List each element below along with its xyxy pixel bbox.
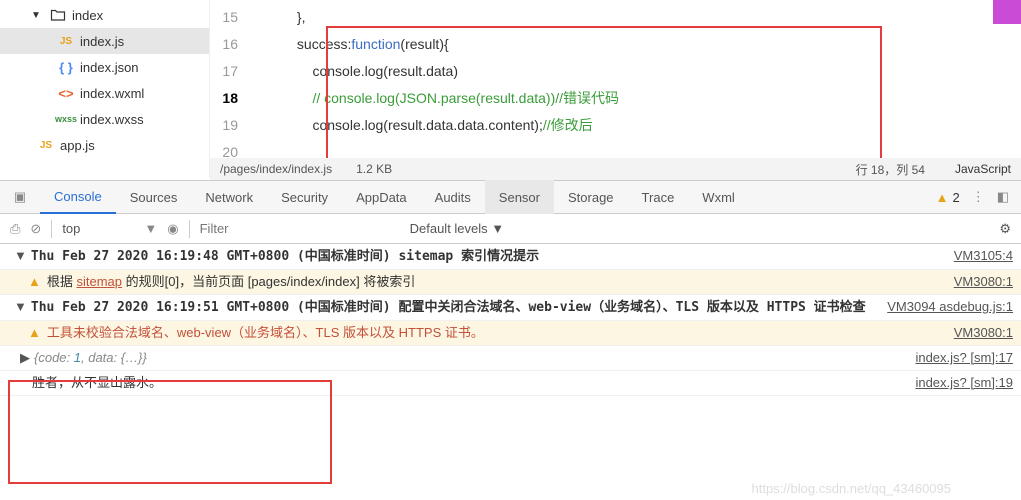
console-text: 的规则[0]，当前页面 [pages/index/index] 将被索引 — [122, 274, 415, 289]
caret-right-icon: ▶ — [20, 350, 30, 365]
code-comment: // console.log(JSON.parse(result.data)) — [312, 90, 555, 106]
file-tree: ▼ index JS index.js { } index.json <> in… — [0, 0, 210, 178]
tab-storage[interactable]: Storage — [554, 180, 628, 214]
code-comment: //修改后 — [543, 117, 593, 133]
warning-badge[interactable]: ▲2 — [936, 190, 960, 205]
console-row[interactable]: 胜者，从不显山露水。 index.js? [sm]:19 — [0, 371, 1021, 396]
json-icon: { } — [58, 59, 74, 75]
status-bar: /pages/index/index.js 1.2 KB 行 18，列 54 J… — [210, 158, 1021, 180]
wxss-icon: wxss — [58, 111, 74, 127]
eye-icon[interactable]: ◉ — [167, 221, 178, 237]
line-number: 17 — [210, 58, 238, 85]
line-number: 15 — [210, 4, 238, 31]
caret-down-icon: ▼ — [14, 299, 27, 314]
console-source[interactable]: index.js? [sm]:17 — [915, 349, 1013, 367]
caret-down-icon: ▼ — [14, 248, 27, 263]
inspect-icon[interactable]: ▣ — [14, 189, 26, 205]
tree-label: index.wxml — [80, 86, 144, 101]
console-source[interactable]: VM3080:1 — [954, 273, 1013, 291]
code-text: }, — [297, 9, 306, 25]
console-toolbar: ⎙ ⊘ top ▼ ◉ Default levels ▼ ⚙ — [0, 214, 1021, 244]
line-number: 19 — [210, 112, 238, 139]
tree-folder-index[interactable]: ▼ index — [0, 2, 209, 28]
gear-icon[interactable]: ⚙ — [999, 221, 1011, 237]
code-keyword: function — [351, 36, 400, 52]
console-row-warn[interactable]: ▲ 工具未校验合法域名、web-view（业务域名）、TLS 版本以及 HTTPS… — [0, 321, 1021, 346]
status-cursor-pos: 行 18，列 54 — [856, 161, 925, 178]
toggle-sidebar-icon[interactable]: ⎙ — [10, 221, 20, 237]
js-icon: JS — [38, 137, 54, 153]
warning-icon: ▲ — [28, 274, 41, 289]
folder-icon — [50, 7, 66, 23]
line-number: 18 — [210, 85, 238, 112]
devtools-tabs: ▣ Console Sources Network Security AppDa… — [0, 180, 1021, 214]
console-text: 根据 — [47, 274, 77, 289]
console-row-warn[interactable]: ▲ 根据 sitemap 的规则[0]，当前页面 [pages/index/ind… — [0, 270, 1021, 295]
tree-file-app-js[interactable]: JS app.js — [0, 132, 209, 158]
editor-region: ▼ index JS index.js { } index.json <> in… — [0, 0, 1021, 178]
tab-sources[interactable]: Sources — [116, 180, 192, 214]
status-lang: JavaScript — [955, 162, 1011, 176]
status-path: /pages/index/index.js — [220, 162, 332, 176]
clear-console-icon[interactable]: ⊘ — [30, 221, 41, 237]
tab-security[interactable]: Security — [267, 180, 342, 214]
context-label: top — [62, 221, 80, 236]
console-row[interactable]: ▼ Thu Feb 27 2020 16:19:51 GMT+0800 (中国标准… — [0, 295, 1021, 321]
tree-file-index-js[interactable]: JS index.js — [0, 28, 209, 54]
status-size: 1.2 KB — [356, 162, 392, 176]
line-gutter: 15 16 17 18 19 20 — [210, 0, 250, 178]
caret-down-icon: ▼ — [28, 7, 44, 23]
tree-file-index-wxml[interactable]: <> index.wxml — [0, 80, 209, 106]
console-text: 胜者，从不显山露水。 — [32, 375, 162, 390]
tree-file-index-wxss[interactable]: wxss index.wxss — [0, 106, 209, 132]
chevron-down-icon: ▼ — [144, 221, 157, 236]
tab-wxml[interactable]: Wxml — [688, 180, 749, 214]
tab-console[interactable]: Console — [40, 180, 116, 214]
console-source[interactable]: VM3105:4 — [954, 247, 1013, 266]
levels-selector[interactable]: Default levels ▼ — [410, 221, 505, 236]
console-row[interactable]: ▼ Thu Feb 27 2020 16:19:48 GMT+0800 (中国标准… — [0, 244, 1021, 270]
console-row[interactable]: ▶ {code: 1, data: {…}} index.js? [sm]:17 — [0, 346, 1021, 371]
code-text: success: — [297, 36, 351, 52]
console-output: ▼ Thu Feb 27 2020 16:19:48 GMT+0800 (中国标准… — [0, 244, 1021, 500]
tree-file-index-json[interactable]: { } index.json — [0, 54, 209, 80]
console-text: Thu Feb 27 2020 16:19:51 GMT+0800 (中国标准时… — [31, 300, 866, 315]
console-source[interactable]: VM3080:1 — [954, 324, 1013, 342]
js-icon: JS — [58, 33, 74, 49]
tab-trace[interactable]: Trace — [628, 180, 689, 214]
console-source[interactable]: index.js? [sm]:19 — [915, 374, 1013, 392]
tree-label: index.json — [80, 60, 139, 75]
console-text: 工具未校验合法域名、web-view（业务域名）、TLS 版本以及 HTTPS … — [47, 325, 484, 340]
warning-count: 2 — [952, 190, 959, 205]
watermark: https://blog.csdn.net/qq_43460095 — [752, 481, 952, 496]
dock-icon[interactable]: ◧ — [997, 189, 1009, 205]
code-editor[interactable]: }, success:function(result){ console.log… — [250, 0, 1021, 178]
tree-label: index.js — [80, 34, 124, 49]
warning-icon: ▲ — [936, 190, 949, 205]
tab-network[interactable]: Network — [191, 180, 267, 214]
warning-icon: ▲ — [28, 325, 41, 340]
console-link[interactable]: sitemap — [77, 274, 123, 289]
tab-sensor[interactable]: Sensor — [485, 180, 554, 214]
more-icon[interactable]: ⋮ — [972, 189, 985, 205]
console-text: Thu Feb 27 2020 16:19:48 GMT+0800 (中国标准时… — [31, 249, 539, 264]
console-object: {code: 1, data: {…}} — [34, 350, 147, 365]
tree-label: index — [72, 8, 103, 23]
code-text: (result){ — [400, 36, 448, 52]
console-source[interactable]: VM3094 asdebug.js:1 — [887, 298, 1013, 317]
tree-label: index.wxss — [80, 112, 144, 127]
tab-appdata[interactable]: AppData — [342, 180, 421, 214]
tab-audits[interactable]: Audits — [421, 180, 485, 214]
context-selector[interactable]: top ▼ — [62, 221, 157, 236]
tree-label: app.js — [60, 138, 95, 153]
line-number: 16 — [210, 31, 238, 58]
filter-input[interactable] — [200, 218, 400, 240]
code-text: console.log(result.data) — [312, 63, 458, 79]
wxml-icon: <> — [58, 85, 74, 101]
code-comment: //错误代码 — [555, 90, 619, 106]
code-text: console.log(result.data.data.content); — [312, 117, 542, 133]
